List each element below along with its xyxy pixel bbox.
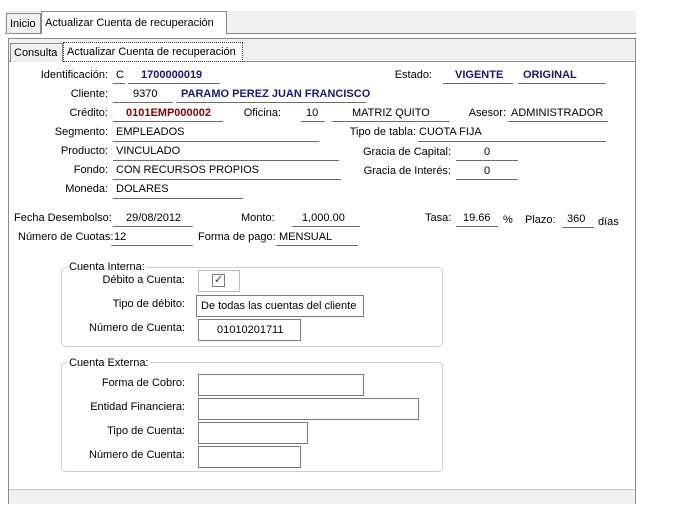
cliente-nombre-underline (176, 102, 366, 103)
oficina-num-underline (301, 121, 325, 122)
fecha-val: 29/08/2012 (126, 212, 182, 224)
tasa-underline (456, 226, 498, 227)
estado-label: Estado: (394, 69, 432, 81)
debito-checkbox[interactable]: ✓ (212, 274, 225, 287)
tipo-cuenta-field[interactable] (198, 422, 308, 444)
plazo-unit: días (598, 216, 619, 228)
tasa-unit: % (503, 214, 513, 226)
credito-val: 0101EMP000002 (126, 107, 212, 119)
numero-cuenta-interna-field[interactable]: 01010201711 (198, 319, 301, 341)
identificacion-tipo-underline (113, 83, 125, 84)
estado-val2-underline (518, 83, 606, 84)
moneda-val: DOLARES (116, 183, 169, 195)
credito-label: Crédito: (69, 107, 108, 119)
asesor-label: Asesor: (468, 107, 506, 119)
tipo-debito-field[interactable]: De todas las cuentas del cliente (196, 295, 364, 317)
oficina-label: Oficina: (243, 107, 281, 119)
tipo-tabla-underline (418, 141, 606, 142)
forma-pago-underline (276, 245, 358, 246)
estado-val: VIGENTE (455, 69, 504, 81)
cuotas-underline (111, 245, 193, 246)
cuenta-interna-title: Cuenta Interna: (67, 261, 147, 273)
producto-val: VINCULADO (116, 145, 181, 157)
estado-val-underline (443, 83, 513, 84)
asesor-val: ADMINISTRADOR (511, 107, 604, 119)
forma-cobro-field[interactable] (198, 374, 364, 396)
cliente-nombre: PARAMO PEREZ JUAN FRANCISCO (181, 88, 371, 100)
cuotas-val: 12 (114, 231, 127, 243)
tipo-tabla-val: CUOTA FIJA (419, 126, 482, 138)
cliente-num-underline (113, 102, 173, 103)
monto-underline (292, 226, 360, 227)
producto-label: Producto: (60, 145, 108, 157)
numero-cuenta-externa-field[interactable] (198, 446, 301, 468)
forma-pago-val: MENSUAL (279, 231, 333, 243)
gracia-interes-underline (456, 179, 518, 180)
oficina-nombre: MATRIZ QUITO (352, 107, 430, 119)
moneda-label: Moneda: (65, 183, 108, 195)
segmento-val: EMPLEADOS (116, 126, 185, 138)
segmento-underline (113, 141, 319, 142)
entidad-financiera-label: Entidad Financiera: (90, 401, 185, 413)
producto-underline (113, 160, 339, 161)
fecha-underline (113, 226, 193, 227)
forma-cobro-label: Forma de Cobro: (101, 377, 185, 389)
cliente-label: Cliente: (70, 88, 108, 100)
gracia-capital-val: 0 (484, 146, 491, 158)
tab-actualizar-cuenta[interactable]: Actualizar Cuenta de recuperación (41, 11, 227, 34)
fondo-underline (113, 179, 341, 180)
tipo-debito-label: Tipo de débito: (112, 298, 185, 310)
gracia-interes-label: Gracia de Interés: (363, 165, 451, 177)
gracia-interes-val: 0 (484, 165, 491, 177)
cuotas-label: Número de Cuotas: (18, 231, 114, 243)
tab-inicio[interactable]: Inicio (6, 13, 41, 33)
tasa-val: 19.66 (463, 212, 491, 224)
credito-underline (113, 121, 223, 122)
identificacion-num: 1700000019 (141, 69, 203, 81)
cliente-num: 9370 (133, 88, 158, 100)
entidad-financiera-field[interactable] (198, 398, 419, 420)
monto-val: 1,000.00 (302, 212, 345, 224)
debito-label: Débito a Cuenta: (102, 274, 185, 286)
tab-consulta[interactable]: Consulta (10, 43, 63, 62)
oficina-nombre-underline (332, 121, 450, 122)
identificacion-tipo: C (116, 69, 124, 81)
identificacion-num-underline (128, 83, 220, 84)
oficina-num: 10 (306, 107, 319, 119)
monto-label: Monto: (241, 212, 275, 224)
plazo-underline (562, 227, 594, 228)
forma-pago-label: Forma de pago: (198, 231, 276, 243)
gracia-capital-underline (456, 160, 518, 161)
identificacion-label: Identificación: (40, 69, 108, 81)
fondo-label: Fondo: (73, 164, 108, 176)
fondo-val: CON RECURSOS PROPIOS (116, 164, 260, 176)
plazo-label: Plazo: (525, 214, 556, 226)
fecha-label: Fecha Desembolso: (14, 212, 112, 224)
bottom-bar (9, 489, 635, 504)
estado-val2: ORIGINAL (523, 69, 577, 81)
numero-cuenta-interna-label: Número de Cuenta: (89, 322, 185, 334)
tipo-cuenta-label: Tipo de Cuenta: (107, 425, 185, 437)
cuenta-externa-title: Cuenta Externa: (67, 357, 151, 369)
tipo-tabla-label: Tipo de tabla: (349, 126, 416, 138)
plazo-val: 360 (567, 213, 586, 225)
tab-actualizar-cuenta-inner[interactable]: Actualizar Cuenta de recuperación (63, 42, 243, 62)
moneda-underline (113, 198, 243, 199)
asesor-underline (508, 121, 608, 122)
segmento-label: Segmento: (54, 126, 108, 138)
tasa-label: Tasa: (425, 212, 452, 224)
numero-cuenta-externa-label: Número de Cuenta: (89, 449, 185, 461)
gracia-capital-label: Gracia de Capital: (362, 146, 451, 158)
